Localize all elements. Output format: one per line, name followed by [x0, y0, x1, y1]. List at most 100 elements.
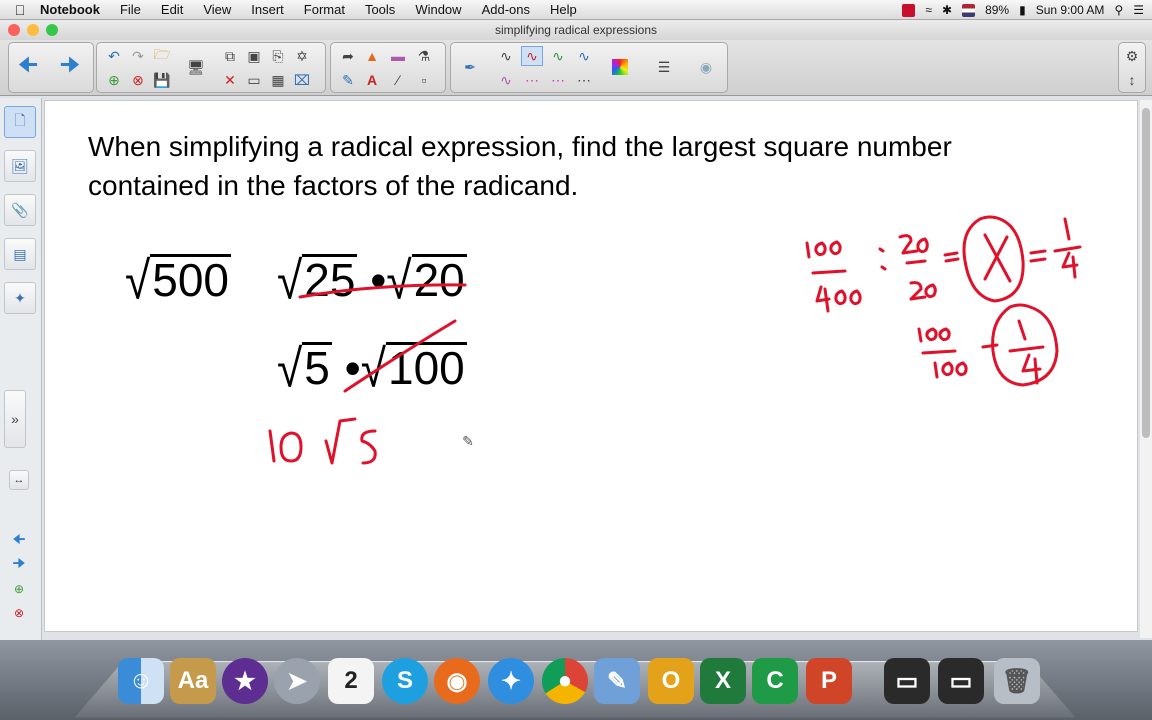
menu-window[interactable]: Window [415, 2, 461, 17]
finder-icon[interactable]: ☺ [118, 658, 164, 704]
line-weight-icon[interactable]: ☰ [653, 57, 675, 77]
camtasia-icon[interactable]: C [752, 658, 798, 704]
side-panel: 🗋 🖼 📎 ▤ ✦ » ↔ 🠈 🠊 ⊕ ⊗ [0, 98, 42, 640]
pen-style-green-icon[interactable]: ∿ [547, 46, 569, 66]
page-sorter-icon[interactable]: 🗋 [4, 106, 36, 138]
window-title: simplifying radical expressions [494, 23, 658, 37]
textedit-icon[interactable]: ✎ [594, 658, 640, 704]
eraser-icon[interactable]: ▬ [387, 46, 409, 66]
add-page-icon[interactable]: ⊕ [8, 579, 30, 599]
dictionary-icon[interactable]: Aa [170, 658, 216, 704]
open-file-icon[interactable]: 🗁 [151, 46, 173, 66]
minimize-window-icon[interactable] [27, 24, 39, 36]
eraser-tool-icon[interactable]: ▫ [413, 70, 435, 90]
page-group: ↶ ↷ 🗁 ⊕ ⊗ 💾 🖥 ⧉ ▣ ⎘ ✡ ✕ ▭ ▦ ⌧ [96, 42, 326, 93]
add-page-icon[interactable]: ⊕ [103, 70, 125, 90]
firefox-icon[interactable]: ◉ [434, 658, 480, 704]
toolbar-position-icon[interactable]: ↕ [1121, 70, 1143, 90]
settings-icon[interactable]: ⚙ [1121, 46, 1143, 66]
back-arrow-icon[interactable]: 🠈 [17, 52, 39, 77]
line-icon[interactable]: ∕ [387, 70, 409, 90]
battery-percent[interactable]: 89% [985, 3, 1009, 17]
excel-icon[interactable]: X [700, 658, 746, 704]
clock[interactable]: Sun 9:00 AM [1036, 3, 1105, 17]
close-window-icon[interactable] [8, 24, 20, 36]
expand-icon[interactable]: » [4, 390, 26, 448]
color-palette-icon[interactable] [609, 57, 631, 77]
whiteboard-page[interactable]: When simplifying a radical expression, f… [44, 100, 1138, 632]
imovie-icon[interactable]: ★ [222, 658, 268, 704]
select-icon[interactable]: ➦ [337, 46, 359, 66]
pen-style-blue-icon[interactable]: ∿ [573, 46, 595, 66]
addons-icon[interactable]: ✦ [4, 282, 36, 314]
trash-icon[interactable]: 🗑 [994, 658, 1040, 704]
ink-layer [268, 215, 1082, 465]
menu-bar:  Notebook File Edit View Insert Format … [0, 0, 1152, 20]
ink-fraction-work [805, 215, 1082, 387]
powerpoint-icon[interactable]: P [806, 658, 852, 704]
launchpad-icon[interactable]: ➤ [274, 658, 320, 704]
notification-list-icon[interactable]: ☰ [1133, 3, 1144, 17]
menu-addons[interactable]: Add-ons [482, 2, 530, 17]
chrome-icon[interactable]: ● [542, 658, 588, 704]
delete-page-icon[interactable]: ⊗ [127, 70, 149, 90]
menu-view[interactable]: View [203, 2, 231, 17]
clear-ink-icon[interactable]: ⌧ [291, 70, 313, 90]
menu-file[interactable]: File [120, 2, 141, 17]
skype-icon[interactable]: S [382, 658, 428, 704]
pen-style-red-icon[interactable]: ∿ [521, 46, 543, 66]
wifi-icon[interactable]: ≈ [925, 3, 932, 17]
pen-icon[interactable]: ✎ [337, 70, 359, 90]
camera-icon[interactable]: ▣ [243, 46, 265, 66]
screen-capture-icon[interactable]: ⧉ [219, 46, 241, 66]
menu-help[interactable]: Help [550, 2, 577, 17]
outlook-icon[interactable]: O [648, 658, 694, 704]
flag-icon[interactable] [962, 3, 976, 17]
calendar-icon[interactable]: 2 [328, 658, 374, 704]
gallery-icon[interactable]: 🖼 [4, 150, 36, 182]
redo-icon[interactable]: ↷ [127, 46, 149, 66]
bluetooth-icon[interactable]: ✱ [942, 3, 952, 17]
pen-style-purple-icon[interactable]: ∿ [495, 70, 517, 90]
next-page-icon[interactable]: 🠊 [8, 555, 30, 575]
pen-type-icon[interactable]: ✒ [459, 57, 481, 77]
scrollbar-thumb[interactable] [1142, 108, 1150, 438]
delete-page-icon[interactable]: ⊗ [8, 603, 30, 623]
table-icon[interactable]: ▦ [267, 70, 289, 90]
shapes-icon[interactable]: ▲ [361, 46, 383, 66]
forward-arrow-icon[interactable]: 🠊 [59, 52, 81, 77]
app-window-icon[interactable]: ▭ [884, 658, 930, 704]
pen-style-dashed-icon[interactable]: ⋯ [521, 70, 543, 90]
pen-style-black-icon[interactable]: ∿ [495, 46, 517, 66]
pen-cursor-icon: ✎ [462, 432, 474, 449]
recording-icon[interactable] [902, 3, 916, 17]
undo-icon[interactable]: ↶ [103, 46, 125, 66]
sound-icon[interactable]: ✡ [291, 46, 313, 66]
menu-format[interactable]: Format [304, 2, 345, 17]
app-menu[interactable]: Notebook [40, 2, 100, 17]
font-icon[interactable]: A [361, 70, 383, 90]
properties-icon[interactable]: ▤ [4, 238, 36, 270]
menu-tools[interactable]: Tools [365, 2, 395, 17]
menu-insert[interactable]: Insert [251, 2, 284, 17]
zoom-window-icon[interactable] [46, 24, 58, 36]
pen-style-dotted-icon[interactable]: ⋯ [547, 70, 569, 90]
delete-icon[interactable]: ✕ [219, 70, 241, 90]
spotlight-icon[interactable]: ⚲ [1114, 3, 1123, 17]
apple-menu-icon[interactable]:  [0, 2, 40, 18]
display-icon[interactable]: ▭ [243, 70, 265, 90]
auto-hide-icon[interactable]: ↔ [9, 470, 29, 490]
attachments-icon[interactable]: 📎 [4, 194, 36, 226]
transparency-icon[interactable]: ◉ [695, 57, 717, 77]
previous-page-icon[interactable]: 🠈 [8, 531, 30, 551]
fill-icon[interactable]: ⚗ [413, 46, 435, 66]
pen-style-dash-icon[interactable]: ⋯ [573, 70, 595, 90]
vertical-scrollbar[interactable] [1140, 100, 1152, 638]
paste-icon[interactable]: ⎘ [267, 46, 289, 66]
safari-icon[interactable]: ✦ [488, 658, 534, 704]
save-icon[interactable]: 💾 [151, 70, 173, 90]
screen-shade-icon[interactable]: 🖥 [185, 57, 207, 77]
app-window-2-icon[interactable]: ▭ [938, 658, 984, 704]
toolbar: 🠈 🠊 ↶ ↷ 🗁 ⊕ ⊗ 💾 🖥 ⧉ ▣ ⎘ ✡ ✕ ▭ ▦ ⌧ ➦ ▲ ▬ … [0, 40, 1152, 96]
menu-edit[interactable]: Edit [161, 2, 183, 17]
